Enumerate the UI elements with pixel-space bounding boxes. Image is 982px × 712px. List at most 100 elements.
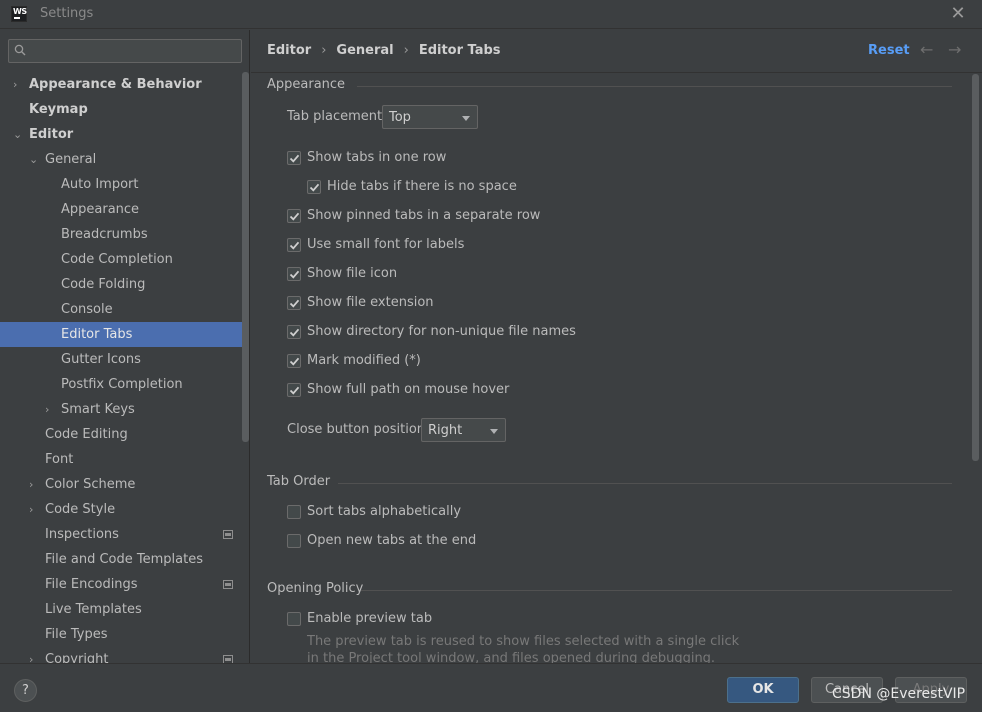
- sidebar-item-label: Appearance & Behavior: [29, 77, 202, 92]
- sidebar-item-label: Appearance: [61, 202, 140, 217]
- sidebar-item-breadcrumbs[interactable]: Breadcrumbs: [0, 222, 249, 247]
- chevron-right-icon[interactable]: ›: [13, 72, 25, 97]
- option-label: Mark modified (*): [307, 353, 421, 368]
- breadcrumb-general[interactable]: General: [336, 43, 393, 58]
- option-label: Show file icon: [307, 266, 398, 281]
- sidebar-item-editor[interactable]: ⌄ Editor: [0, 122, 249, 147]
- close-icon[interactable]: ✕: [948, 4, 968, 24]
- sidebar-item-smart-keys[interactable]: › Smart Keys: [0, 397, 249, 422]
- sidebar-item-color-scheme[interactable]: › Color Scheme: [0, 472, 249, 497]
- option-label: Hide tabs if there is no space: [327, 179, 517, 194]
- checkbox-unchecked[interactable]: [287, 534, 301, 548]
- checkbox-checked[interactable]: [287, 238, 301, 252]
- sidebar-item-file-and-code-templates[interactable]: File and Code Templates: [0, 547, 249, 572]
- checkbox-checked[interactable]: [287, 296, 301, 310]
- breadcrumb-editor[interactable]: Editor: [267, 43, 311, 58]
- sidebar-item-font[interactable]: Font: [0, 447, 249, 472]
- app-logo-text: WS: [13, 7, 27, 16]
- sidebar-item-file-encodings[interactable]: File Encodings: [0, 572, 249, 597]
- sidebar-item-label: Code Editing: [45, 427, 128, 442]
- webstorm-logo-icon: WS: [11, 6, 27, 22]
- sidebar-item-general[interactable]: ⌄ General: [0, 147, 249, 172]
- watermark: CSDN @EverestVIP: [832, 686, 966, 702]
- chevron-right-icon[interactable]: ›: [45, 397, 57, 422]
- ok-button[interactable]: OK: [727, 677, 799, 703]
- close-button-position-row: Close button position: Right: [287, 418, 506, 442]
- sidebar-item-label: Inspections: [45, 527, 119, 542]
- checkbox-unchecked[interactable]: [287, 612, 301, 626]
- sidebar-item-label: Editor Tabs: [61, 327, 133, 342]
- sidebar-item-label: Gutter Icons: [61, 352, 141, 367]
- sidebar-item-appearance-behavior[interactable]: › Appearance & Behavior: [0, 72, 249, 97]
- tab-placement-row: Tab placement: Top: [287, 105, 478, 129]
- chevron-right-icon[interactable]: ›: [29, 472, 41, 497]
- project-scope-icon: [223, 530, 233, 539]
- forward-arrow-icon[interactable]: →: [948, 40, 961, 59]
- checkbox-checked[interactable]: [287, 383, 301, 397]
- sidebar-item-label: Font: [45, 452, 74, 467]
- chevron-down-icon[interactable]: ⌄: [13, 122, 25, 147]
- checkbox-checked[interactable]: [287, 151, 301, 165]
- sidebar-item-label: Live Templates: [45, 602, 142, 617]
- back-arrow-icon[interactable]: ←: [920, 40, 933, 59]
- help-button[interactable]: ?: [14, 679, 37, 702]
- settings-content: Editor › General › Editor Tabs Reset ← → App…: [251, 30, 982, 666]
- sidebar-item-gutter-icons[interactable]: Gutter Icons: [0, 347, 249, 372]
- sidebar-item-file-types[interactable]: File Types: [0, 622, 249, 647]
- checkbox-checked[interactable]: [287, 325, 301, 339]
- sidebar-item-live-templates[interactable]: Live Templates: [0, 597, 249, 622]
- chevron-right-icon[interactable]: ›: [29, 647, 41, 663]
- sidebar-item-code-completion[interactable]: Code Completion: [0, 247, 249, 272]
- checkbox-checked[interactable]: [287, 354, 301, 368]
- breadcrumb-editor-tabs: Editor Tabs: [418, 43, 501, 58]
- content-scrollbar[interactable]: [972, 74, 979, 461]
- sidebar-item-editor-tabs[interactable]: Editor Tabs: [0, 322, 249, 347]
- option-label: Show file extension: [307, 295, 434, 310]
- search-icon: [14, 44, 26, 56]
- settings-sidebar: › Appearance & Behavior Keymap ⌄ Editor ⌄ Gene…: [0, 30, 250, 663]
- sidebar-item-code-folding[interactable]: Code Folding: [0, 272, 249, 297]
- tab-placement-value: Top: [389, 110, 411, 125]
- section-divider: [357, 86, 952, 87]
- sidebar-item-label: Postfix Completion: [61, 377, 183, 392]
- close-button-position-label: Close button position:: [287, 422, 430, 437]
- sidebar-item-appearance[interactable]: Appearance: [0, 197, 249, 222]
- sidebar-item-label: General: [45, 152, 97, 167]
- sidebar-item-postfix-completion[interactable]: Postfix Completion: [0, 372, 249, 397]
- project-scope-icon: [223, 655, 233, 663]
- option-label: Open new tabs at the end: [307, 533, 477, 548]
- checkbox-unchecked[interactable]: [287, 505, 301, 519]
- option-label: Show directory for non-unique file names: [307, 324, 576, 339]
- sidebar-item-code-editing[interactable]: Code Editing: [0, 422, 249, 447]
- reset-link[interactable]: Reset: [868, 43, 910, 58]
- sidebar-item-auto-import[interactable]: Auto Import: [0, 172, 249, 197]
- tab-placement-select[interactable]: Top: [382, 105, 478, 129]
- sidebar-item-console[interactable]: Console: [0, 297, 249, 322]
- checkbox-checked[interactable]: [287, 209, 301, 223]
- sidebar-item-label: File Encodings: [45, 577, 138, 592]
- title-bar: WS Settings ✕: [0, 0, 982, 29]
- sidebar-item-code-style[interactable]: › Code Style: [0, 497, 249, 522]
- option-label: Use small font for labels: [307, 237, 465, 252]
- sidebar-item-label: Copyright: [45, 652, 109, 663]
- sidebar-item-copyright[interactable]: › Copyright: [0, 647, 249, 663]
- option-label: Show tabs in one row: [307, 150, 447, 165]
- chevron-right-icon[interactable]: ›: [29, 497, 41, 522]
- search-input[interactable]: [8, 39, 242, 63]
- sidebar-scrollbar[interactable]: [242, 72, 249, 442]
- window-title: Settings: [40, 6, 94, 21]
- chevron-down-icon[interactable]: ⌄: [29, 147, 41, 172]
- sidebar-item-label: Keymap: [29, 102, 88, 117]
- section-title: Opening Policy: [267, 581, 364, 596]
- tab-placement-label: Tab placement:: [287, 109, 387, 124]
- sidebar-item-label: Code Completion: [61, 252, 173, 267]
- sidebar-item-inspections[interactable]: Inspections: [0, 522, 249, 547]
- section-tab-order: Tab Order: [267, 474, 330, 489]
- close-button-position-select[interactable]: Right: [421, 418, 506, 442]
- sidebar-item-keymap[interactable]: Keymap: [0, 97, 249, 122]
- checkbox-checked[interactable]: [307, 180, 321, 194]
- dropdown-arrow-icon: [462, 116, 470, 121]
- checkbox-checked[interactable]: [287, 267, 301, 281]
- section-appearance: Appearance: [267, 77, 345, 92]
- sidebar-item-label: Smart Keys: [61, 402, 135, 417]
